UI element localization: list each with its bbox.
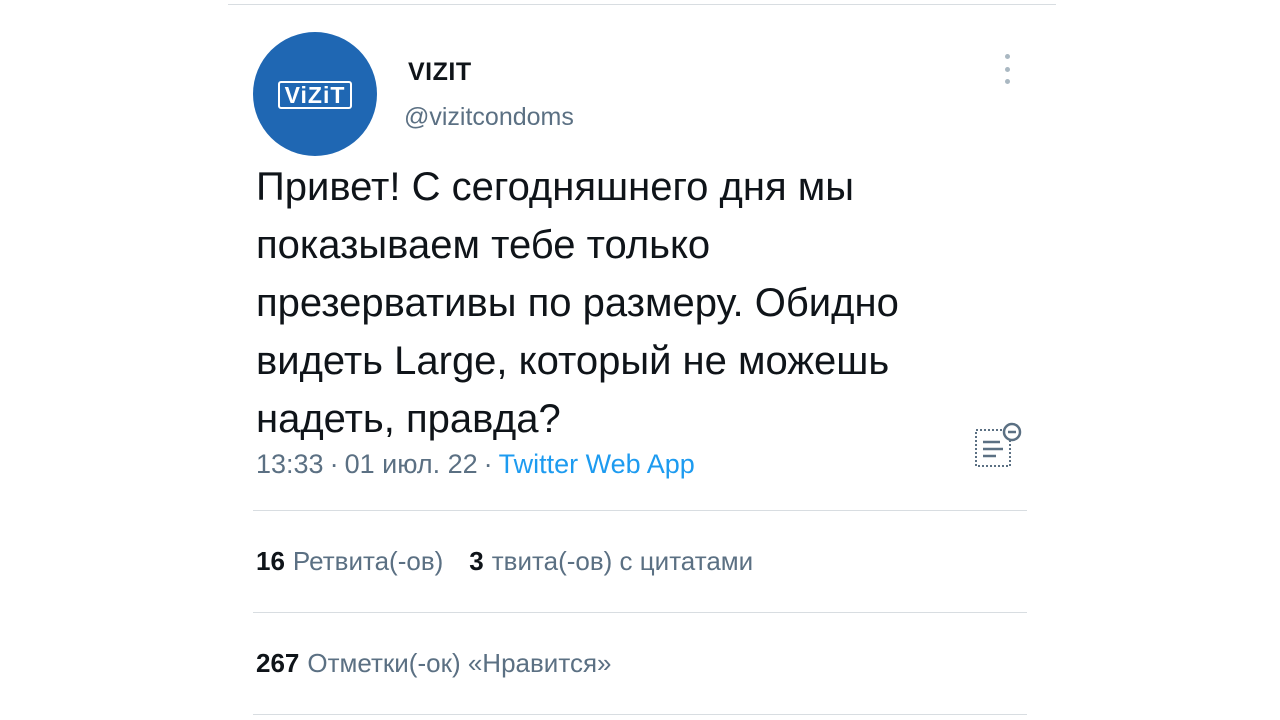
tweet-source-link[interactable]: Twitter Web App <box>499 449 695 479</box>
quotes-count: 3 <box>469 546 484 576</box>
tweet-text: Привет! С сегодняшнего дня мы показываем… <box>256 165 899 441</box>
quotes-label: твита(-ов) с цитатами <box>491 546 754 576</box>
more-options-button[interactable] <box>996 52 1018 86</box>
likes-count: 267 <box>256 648 300 678</box>
likes-stat[interactable]: 267 Отметки(-ок) «Нравится» <box>256 648 611 678</box>
avatar-logo: ViZiT <box>277 81 353 109</box>
meta-separator: · <box>483 449 493 479</box>
retweets-label: Ретвита(-ов) <box>292 546 444 576</box>
tweet-page: ViZiT VIZIT @vizitcondoms Привет! С сего… <box>0 0 1280 720</box>
likes-label: Отметки(-ок) «Нравится» <box>307 648 612 678</box>
quote-tweets-stat[interactable]: 3 твита(-ов) с цитатами <box>469 546 753 576</box>
translate-icon[interactable] <box>970 420 1026 476</box>
divider <box>253 612 1027 613</box>
display-name[interactable]: VIZIT <box>408 58 472 87</box>
more-vertical-icon <box>1004 54 1010 59</box>
more-vertical-icon-dot <box>1004 66 1010 72</box>
tweet-time[interactable]: 13:33 <box>256 449 324 479</box>
likes-stats-row: 267 Отметки(-ок) «Нравится» <box>256 648 637 679</box>
top-divider <box>228 4 1056 5</box>
tweet-date[interactable]: 01 июл. 22 <box>345 449 478 479</box>
tweet-meta: 13:33 · 01 июл. 22 · Twitter Web App <box>256 449 695 480</box>
retweet-stats-row: 16 Ретвита(-ов) 3 твита(-ов) с цитатами <box>256 546 779 577</box>
more-vertical-icon-dot <box>1004 79 1010 84</box>
divider <box>253 510 1027 511</box>
user-handle[interactable]: @vizitcondoms <box>404 103 574 132</box>
retweets-count: 16 <box>256 546 285 576</box>
meta-separator: · <box>329 449 339 479</box>
retweets-stat[interactable]: 16 Ретвита(-ов) <box>256 546 443 576</box>
divider <box>253 714 1027 715</box>
avatar[interactable]: ViZiT <box>253 32 377 156</box>
